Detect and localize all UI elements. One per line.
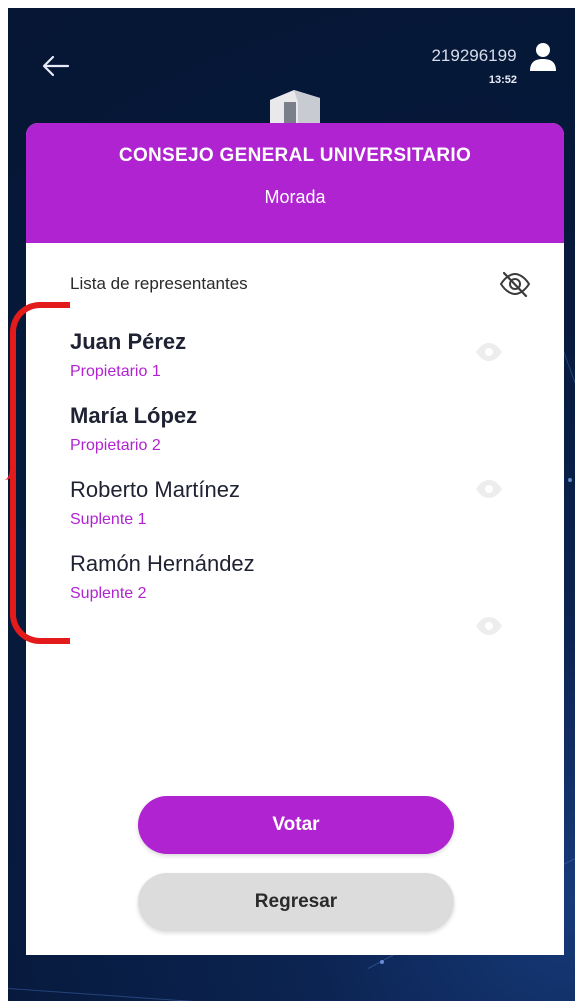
- representative-name: Roberto Martínez: [70, 477, 240, 502]
- representative-role: Suplente 2: [70, 585, 147, 602]
- list-label: Lista de representantes: [70, 274, 248, 293]
- representative-item[interactable]: Roberto Martínez Suplente 1: [70, 477, 240, 529]
- user-id: 219296199: [431, 46, 517, 65]
- user-icon[interactable]: [529, 42, 557, 72]
- eye-icon[interactable]: [474, 615, 504, 637]
- eye-slash-icon[interactable]: [498, 269, 532, 299]
- vote-button[interactable]: Votar: [138, 796, 454, 854]
- background-dot: [568, 478, 572, 482]
- background-dot: [380, 960, 384, 964]
- representative-item[interactable]: Ramón Hernández Suplente 2: [70, 551, 255, 603]
- representative-item[interactable]: Juan Pérez Propietario 1: [70, 329, 186, 381]
- user-info: 219296199: [431, 42, 557, 72]
- eye-icon[interactable]: [474, 478, 504, 500]
- clock-time: 13:52: [488, 74, 517, 86]
- representative-name: María López: [70, 403, 198, 428]
- representative-name: Ramón Hernández: [70, 551, 255, 576]
- card-header: CONSEJO GENERAL UNIVERSITARIO Morada: [26, 123, 564, 243]
- background-line: [8, 988, 308, 1001]
- card-subtitle: Morada: [264, 187, 326, 207]
- back-arrow-icon[interactable]: [38, 48, 74, 84]
- representative-role: Suplente 1: [70, 511, 147, 528]
- annotation-bracket: [10, 302, 70, 644]
- representative-role: Propietario 2: [70, 437, 161, 454]
- representative-item[interactable]: María López Propietario 2: [70, 403, 197, 455]
- card-title: CONSEJO GENERAL UNIVERSITARIO: [118, 145, 472, 166]
- eye-icon[interactable]: [474, 341, 504, 363]
- representative-role: Propietario 1: [70, 363, 161, 380]
- back-button[interactable]: Regresar: [138, 873, 454, 931]
- representative-name: Juan Pérez: [70, 329, 187, 354]
